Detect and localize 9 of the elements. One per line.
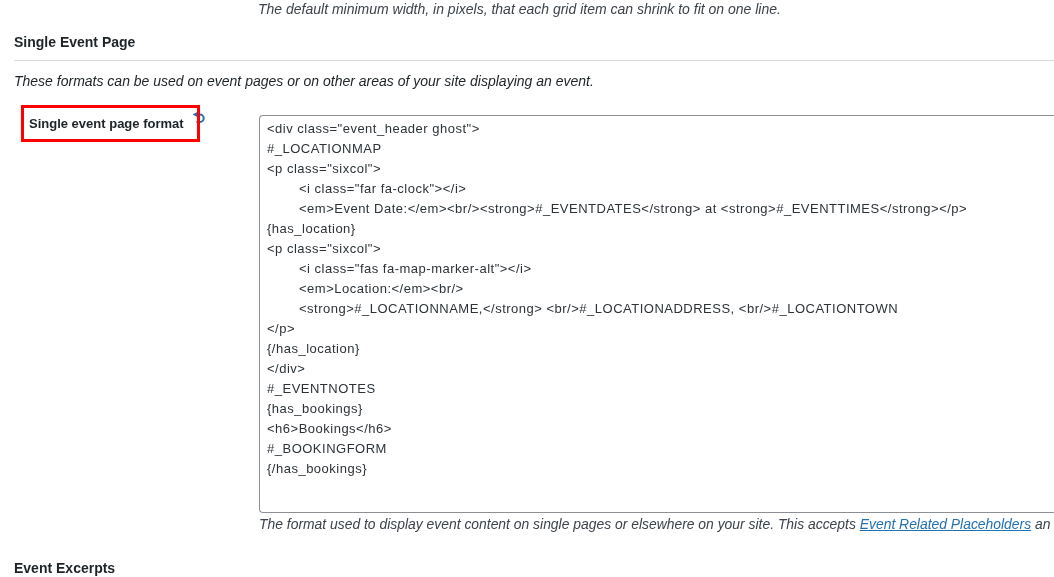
field-help-text: The format used to display event content on single pages or elsewhere on your site. This accepts Event Related Placeholders an [259, 515, 1051, 533]
placeholders-link[interactable]: Event Related Placeholders [859, 516, 1032, 532]
field-help-text: The default minimum width, in pixels, that each grid item can shrink to fit on one line. [258, 2, 781, 16]
undo-arrow-icon[interactable] [191, 112, 205, 124]
section-description: These formats can be used on event pages or on other areas of your site displaying an event. [14, 72, 594, 90]
field-label: Single event page format [29, 115, 184, 133]
section-heading: Event Excerpts [14, 560, 116, 576]
format-textarea[interactable]: <div class="event_header ghost"> #_LOCATIONMAP <p class="sixcol"> <i class="far fa-clock"></i> <em>Event Date:</em><br/><strong>#_EVENTDATES</strong> at <strong>#_EVENTTIMES</strong></p> {has_location} <p class="sixcol"> <i class="fas fa-map-marker-alt"></i> <em>Location:</em><br/> <strong>#_LOCATIONNAME,</strong> <br/>#_LOCATIONADDRESS, <br/>#_LOCATIONTOWN </p> {/has_location} </div> #_EVENTNOTES {has_bookings} <h6>Bookings</h6> #_BOOKINGFORM {/has_bookings} [259, 115, 1054, 513]
section-heading: Single Event Page [14, 33, 136, 51]
